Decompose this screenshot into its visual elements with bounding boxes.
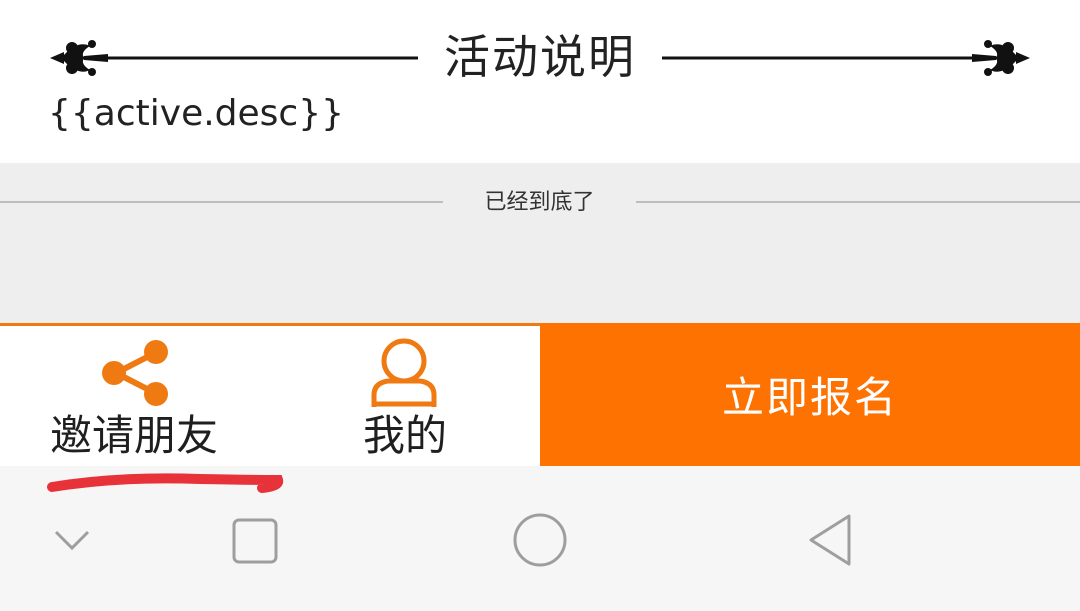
invite-friends-label: 邀请朋友 bbox=[50, 411, 219, 460]
end-of-list-text: 已经到底了 bbox=[484, 190, 595, 215]
bottom-action-bar: 邀请朋友 我的 立即报名 bbox=[0, 323, 1080, 466]
invite-friends-button[interactable]: 邀请朋友 bbox=[0, 323, 270, 466]
chevron-down-icon[interactable] bbox=[52, 526, 92, 556]
end-divider-left bbox=[0, 201, 443, 203]
recents-square-icon[interactable] bbox=[230, 516, 280, 566]
activity-description: {{active.desc}} bbox=[48, 93, 345, 134]
red-underline-annotation bbox=[47, 473, 284, 493]
share-icon bbox=[102, 340, 168, 406]
activity-section: 活动说明 {{active.desc}} bbox=[0, 0, 1080, 163]
signup-now-button[interactable]: 立即报名 bbox=[540, 323, 1080, 466]
user-icon bbox=[371, 338, 437, 407]
section-title: 活动说明 bbox=[444, 30, 636, 84]
end-divider-right bbox=[636, 201, 1080, 203]
end-of-list-area: 已经到底了 bbox=[0, 163, 1080, 323]
home-circle-icon[interactable] bbox=[510, 510, 570, 570]
mine-button[interactable]: 我的 bbox=[270, 323, 540, 466]
mine-label: 我的 bbox=[363, 411, 448, 460]
back-triangle-icon[interactable] bbox=[805, 512, 857, 568]
